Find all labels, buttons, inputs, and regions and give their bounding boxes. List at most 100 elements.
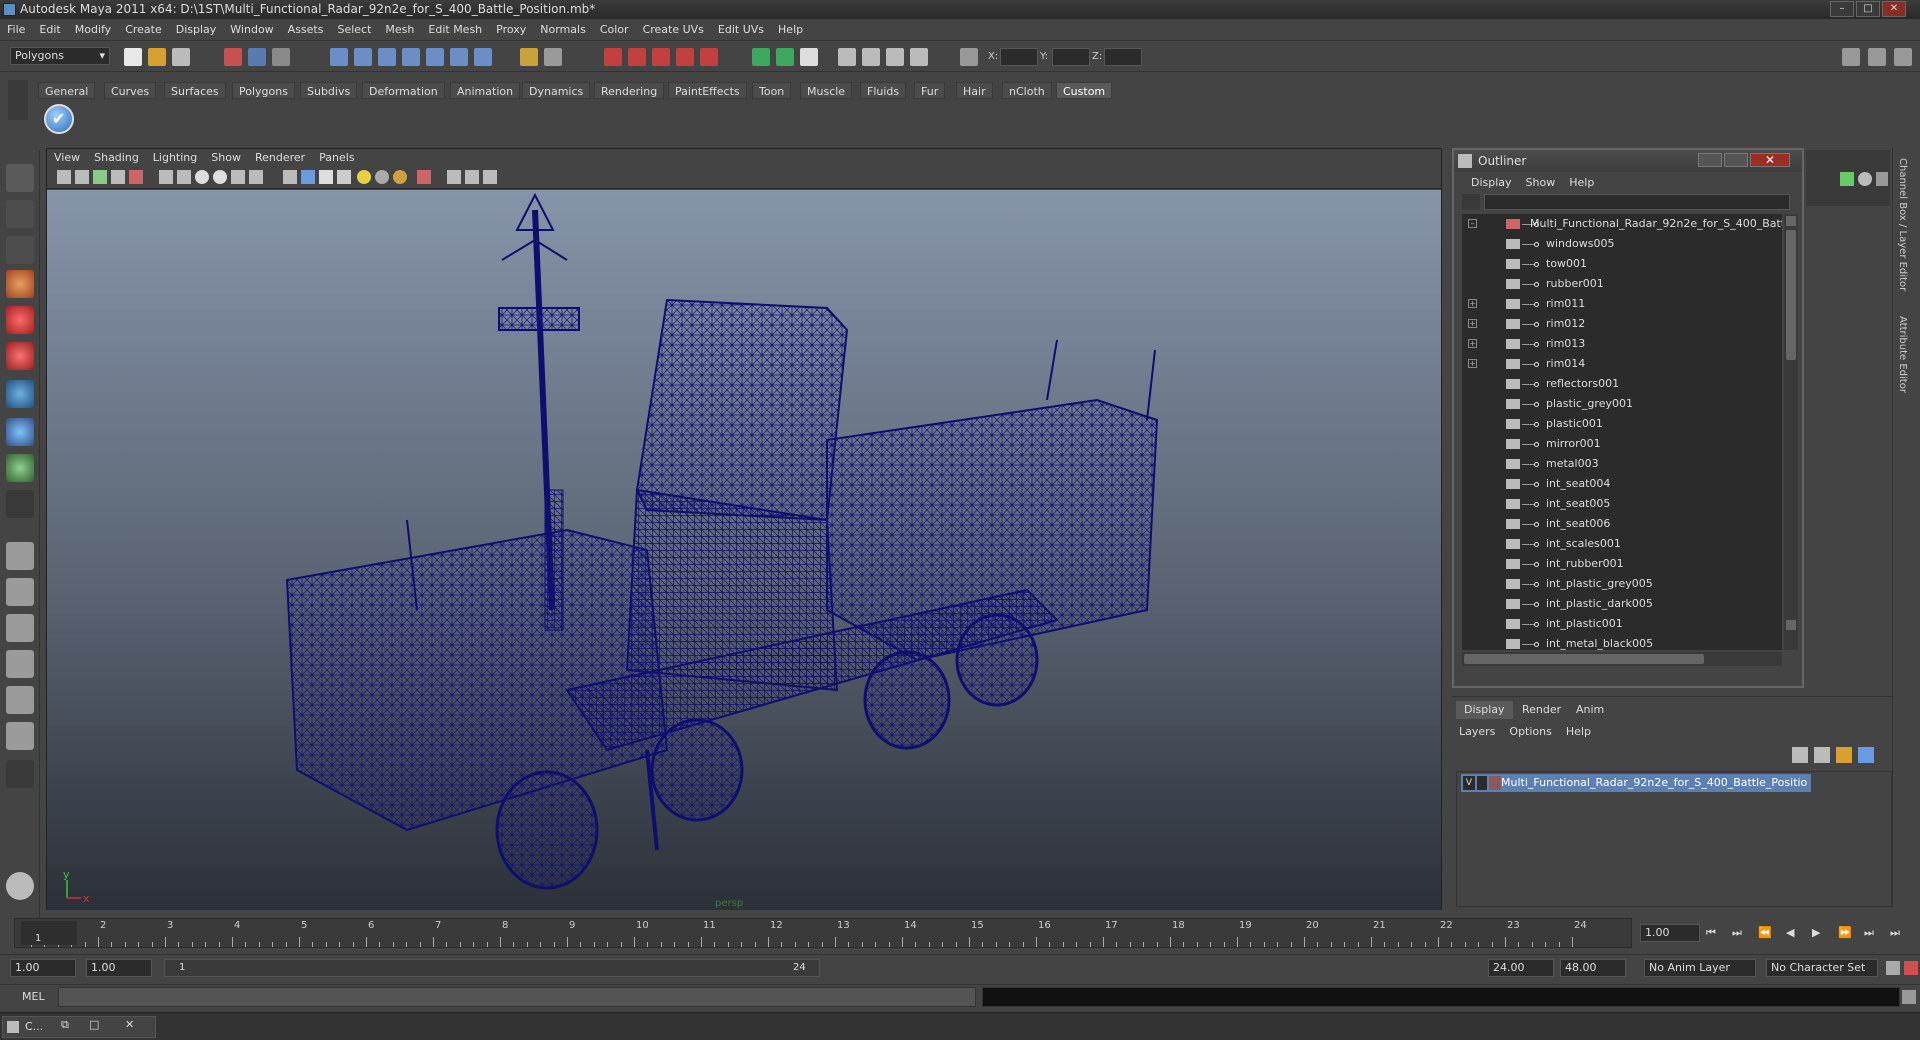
select-tool-icon[interactable]: [6, 164, 34, 192]
step-back-key-icon[interactable]: ⏭: [1732, 926, 1742, 940]
outliner-graph-layout-icon[interactable]: [6, 722, 34, 750]
snap-point-icon[interactable]: [378, 48, 396, 66]
wireframe-on-shaded-icon[interactable]: [213, 170, 227, 184]
outliner-item[interactable]: int_seat006: [1462, 514, 1782, 534]
outliner-item[interactable]: int_seat004: [1462, 474, 1782, 494]
outliner-item[interactable]: int_metal_black005: [1462, 634, 1782, 650]
custom-layout-icon[interactable]: [6, 760, 34, 788]
snap-plane-icon[interactable]: [402, 48, 420, 66]
current-frame-marker[interactable]: 1: [21, 921, 77, 945]
settings-icon[interactable]: [1894, 48, 1912, 66]
move-tool-icon[interactable]: [6, 270, 34, 298]
tab-painteffects[interactable]: PaintEffects: [668, 82, 747, 99]
outliner-minimize-button[interactable]: [1698, 153, 1722, 167]
ambient-occlusion-icon[interactable]: [375, 170, 389, 184]
layer-menu-help[interactable]: Help: [1559, 723, 1598, 741]
close-icon[interactable]: ✕: [125, 1018, 134, 1031]
image-plane-icon[interactable]: [111, 170, 125, 184]
expand-icon[interactable]: +: [1468, 339, 1477, 348]
outliner-item[interactable]: rubber001: [1462, 274, 1782, 294]
go-to-start-icon[interactable]: ⏮: [1706, 926, 1716, 940]
minimize-button[interactable]: –: [1830, 1, 1854, 17]
outliner-list[interactable]: – Multi_Functional_Radar_92n2e_for_S_400_…: [1462, 214, 1782, 650]
tab-render[interactable]: Render: [1514, 701, 1569, 719]
layer-color-swatch[interactable]: [1489, 776, 1501, 790]
persp-outliner-layout-icon[interactable]: [6, 614, 34, 642]
viewport-menu-shading[interactable]: Shading: [87, 149, 146, 167]
outliner-menu-help[interactable]: Help: [1562, 174, 1601, 192]
play-backwards-icon[interactable]: ◀: [1786, 926, 1794, 939]
object-icon[interactable]: [1858, 172, 1872, 186]
tab-display[interactable]: Display: [1456, 701, 1513, 719]
tab-fluids[interactable]: Fluids: [860, 82, 907, 99]
mode-selector[interactable]: Polygons ▾: [10, 47, 110, 65]
menu-edit[interactable]: Edit: [32, 19, 67, 41]
channel-icon[interactable]: [1840, 172, 1854, 186]
outliner-item[interactable]: + rim011: [1462, 294, 1782, 314]
channel-box-tab[interactable]: Channel Box / Layer Editor: [1897, 158, 1908, 291]
outliner-close-button[interactable]: ✕: [1750, 153, 1790, 167]
outliner-item[interactable]: reflectors001: [1462, 374, 1782, 394]
tab-dynamics[interactable]: Dynamics: [522, 82, 591, 99]
range-slider[interactable]: 1 24: [164, 959, 820, 977]
outliner-item[interactable]: int_plastic_dark005: [1462, 594, 1782, 614]
outliner-scroll-thumb[interactable]: [1786, 230, 1796, 360]
tab-animation[interactable]: Animation: [450, 82, 521, 99]
y-field[interactable]: [1052, 48, 1090, 66]
lasso-tool-icon[interactable]: [6, 200, 34, 228]
paint-select-tool-icon[interactable]: [6, 236, 34, 264]
collapse-icon[interactable]: –: [1468, 219, 1477, 228]
menu-edit-mesh[interactable]: Edit Mesh: [421, 19, 489, 41]
anim-layer-dropdown[interactable]: No Anim Layer: [1644, 959, 1756, 977]
outliner-horizontal-scrollbar[interactable]: [1462, 652, 1782, 666]
snap-surface-icon[interactable]: [426, 48, 444, 66]
rotate-tool-icon[interactable]: [6, 306, 34, 334]
menu-modify[interactable]: Modify: [68, 19, 118, 41]
outliner-maximize-button[interactable]: [1724, 153, 1748, 167]
sidebar-toggle-icon[interactable]: [838, 48, 856, 66]
outliner-item[interactable]: + rim014: [1462, 354, 1782, 374]
lock-icon[interactable]: [520, 48, 538, 66]
outliner-item[interactable]: int_scales001: [1462, 534, 1782, 554]
scale-tool-icon[interactable]: [6, 342, 34, 370]
channel-box-toggle-icon[interactable]: [886, 48, 904, 66]
save-scene-icon[interactable]: [172, 48, 190, 66]
light-bulb-icon[interactable]: [357, 170, 371, 184]
bookmark-icon[interactable]: [93, 170, 107, 184]
menu-normals[interactable]: Normals: [533, 19, 593, 41]
outliner-item[interactable]: int_seat005: [1462, 494, 1782, 514]
film-gate-icon[interactable]: [129, 170, 143, 184]
ipr-render-icon[interactable]: [628, 48, 646, 66]
tab-curves[interactable]: Curves: [104, 82, 157, 99]
tab-fur[interactable]: Fur: [914, 82, 946, 99]
outliner-root-item[interactable]: – Multi_Functional_Radar_92n2e_for_S_400_…: [1462, 214, 1782, 234]
maximize-icon[interactable]: □: [89, 1018, 99, 1031]
expand-icon[interactable]: +: [1468, 359, 1477, 368]
tab-deformation[interactable]: Deformation: [362, 82, 445, 99]
start-time-field[interactable]: 1.00: [10, 959, 76, 977]
menu-edit-uvs[interactable]: Edit UVs: [711, 19, 771, 41]
render-current-icon[interactable]: [604, 48, 622, 66]
layer-move-down-icon[interactable]: [1858, 747, 1874, 763]
end-time-field[interactable]: 48.00: [1560, 959, 1626, 977]
frame-all-icon[interactable]: [465, 170, 479, 184]
viewport-menu-view[interactable]: View: [47, 149, 87, 167]
smooth-shade-icon[interactable]: [195, 170, 209, 184]
playback-start-field[interactable]: 1.00: [86, 959, 152, 977]
mel-label[interactable]: MEL: [22, 990, 45, 1003]
layer-playback-toggle[interactable]: [1477, 776, 1487, 790]
outliner-item[interactable]: metal003: [1462, 454, 1782, 474]
menu-create-uvs[interactable]: Create UVs: [636, 19, 711, 41]
render-settings-icon[interactable]: [652, 48, 670, 66]
camera-attributes-icon[interactable]: [75, 170, 89, 184]
menu-help[interactable]: Help: [771, 19, 810, 41]
layer-visibility-toggle[interactable]: V: [1463, 776, 1475, 790]
menu-select[interactable]: Select: [330, 19, 378, 41]
outliner-search-input[interactable]: [1484, 194, 1790, 210]
step-forward-frame-icon[interactable]: ⏩: [1838, 926, 1852, 939]
tab-general[interactable]: General: [38, 82, 96, 99]
tab-polygons[interactable]: Polygons: [232, 82, 295, 99]
restore-icon[interactable]: ⧉: [61, 1018, 69, 1032]
current-frame-field[interactable]: 1.00: [1640, 924, 1700, 942]
expand-icon[interactable]: +: [1468, 299, 1477, 308]
